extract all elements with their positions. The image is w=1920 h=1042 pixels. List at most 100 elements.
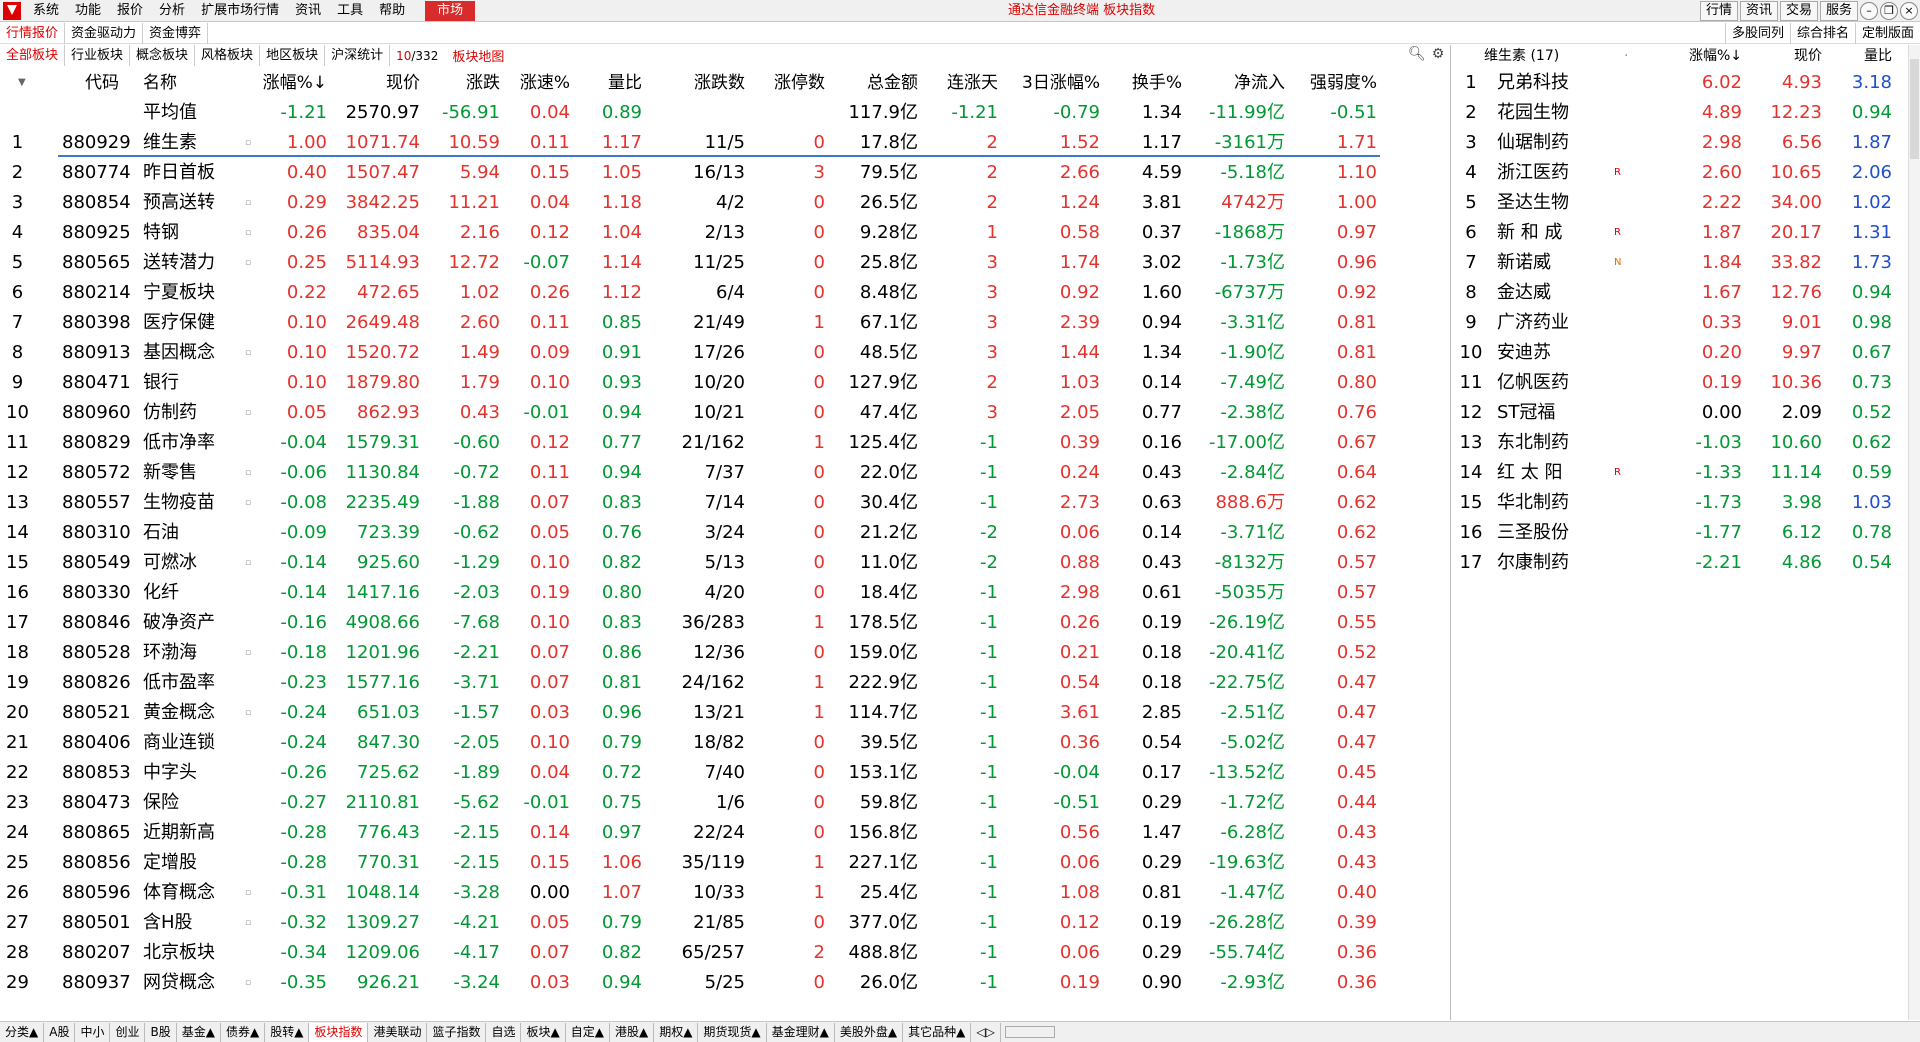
category-tab[interactable]: A股 [44, 1022, 76, 1042]
view-tab[interactable]: 行情报价 [0, 22, 66, 44]
board-tab[interactable]: 概念板块 [130, 45, 196, 66]
table-row[interactable]: 3 880854 预高送转 ▫ 0.29 3842.25 11.21 0.04 1.18 4/2 0… [0, 188, 1450, 218]
category-tab[interactable]: 板块指数 [309, 1022, 369, 1042]
category-tab[interactable]: 期权▲ [654, 1022, 699, 1042]
average-row[interactable]: 平均值 -1.21 2570.97 -56.91 0.04 0.89 117.9亿 -1.21… [0, 98, 1450, 128]
column-header[interactable]: 名称 [143, 68, 243, 98]
constituent-row[interactable]: 4 浙江医药 R 2.60 10.65 2.06 [1452, 158, 1912, 188]
search-icon[interactable]: 🔍︎ [1408, 46, 1426, 62]
category-tab[interactable]: 债券▲ [221, 1022, 266, 1042]
menu-item[interactable]: 报价 [109, 0, 151, 22]
table-row[interactable]: 21 880406 商业连锁 -0.24 847.30 -2.05 0.10 0.79 18/8… [0, 728, 1450, 758]
board-tab[interactable]: 行业板块 [65, 45, 131, 66]
category-tab[interactable]: 美股外盘▲ [835, 1022, 904, 1042]
category-tab[interactable]: 股转▲ [265, 1022, 310, 1042]
top-button[interactable]: 资讯 [1739, 1, 1778, 21]
table-row[interactable]: 25 880856 定增股 -0.28 770.31 -2.15 0.15 1.06 35/11… [0, 848, 1450, 878]
menu-item[interactable]: 工具 [329, 0, 371, 22]
category-tab[interactable]: B股 [145, 1022, 177, 1042]
table-row[interactable]: 24 880865 近期新高 -0.28 776.43 -2.15 0.14 0.97 22/2… [0, 818, 1450, 848]
constituent-row[interactable]: 13 东北制药 -1.03 10.60 0.62 [1452, 428, 1912, 458]
constituent-row[interactable]: 7 新诺威 N 1.84 33.82 1.73 [1452, 248, 1912, 278]
constituent-row[interactable]: 17 尔康制药 -2.21 4.86 0.54 [1452, 548, 1912, 578]
table-row[interactable]: 23 880473 保险 -0.27 2110.81 -5.62 -0.01 0.75 1/6 0… [0, 788, 1450, 818]
menu-item[interactable]: 扩展市场行情 [193, 0, 287, 22]
col-volratio[interactable]: 量比 [1832, 45, 1892, 67]
minimize-icon[interactable]: – [1860, 2, 1878, 20]
board-tab[interactable]: 风格板块 [195, 45, 261, 66]
board-map-link[interactable]: 板块地图 [444, 46, 512, 65]
category-tab[interactable]: 自选 [486, 1022, 522, 1042]
table-row[interactable]: 14 880310 石油 -0.09 723.39 -0.62 0.05 0.76 3/24 0 2… [0, 518, 1450, 548]
top-button[interactable]: 交易 [1779, 1, 1818, 21]
board-tab[interactable]: 全部板块 [0, 45, 66, 66]
constituent-row[interactable]: 2 花园生物 4.89 12.23 0.94 [1452, 98, 1912, 128]
menu-item[interactable]: 帮助 [371, 0, 413, 22]
category-tab[interactable]: 板块▲ [521, 1022, 566, 1042]
board-tab[interactable]: 沪深统计 [325, 45, 391, 66]
category-tab[interactable]: 分类▲ [0, 1022, 45, 1042]
category-tab[interactable]: 创业 [110, 1022, 146, 1042]
table-row[interactable]: 8 880913 基因概念 ▫ 0.10 1520.72 1.49 0.09 0.91 17/26… [0, 338, 1450, 368]
column-header[interactable]: 量比 [580, 68, 642, 98]
table-row[interactable]: 15 880549 可燃冰 ▫ -0.14 925.60 -1.29 0.10 0.82 5/13… [0, 548, 1450, 578]
table-row[interactable]: 9 880471 银行 0.10 1879.80 1.79 0.10 0.93 10/20 0 12… [0, 368, 1450, 398]
table-row[interactable]: 26 880596 体育概念 ▫ -0.31 1048.14 -3.28 0.00 1.07 10… [0, 878, 1450, 908]
constituent-row[interactable]: 16 三圣股份 -1.77 6.12 0.78 [1452, 518, 1912, 548]
gear-icon[interactable]: ⚙ [1432, 46, 1445, 62]
table-row[interactable]: 20 880521 黄金概念 ▫ -0.24 651.03 -1.57 0.03 0.96 13/… [0, 698, 1450, 728]
category-tab[interactable]: 港美联动 [368, 1022, 428, 1042]
category-tab[interactable]: 篮子指数 [427, 1022, 487, 1042]
layout-tab[interactable]: 定制版面 [1854, 23, 1920, 44]
column-header[interactable]: 涨幅%↓ [255, 68, 327, 98]
category-tab[interactable]: 基金▲ [177, 1022, 221, 1042]
column-header[interactable]: 净流入 [1190, 68, 1285, 98]
column-header[interactable]: 涨速% [505, 68, 570, 98]
category-tab[interactable]: 基金理财▲ [767, 1022, 835, 1042]
close-icon[interactable]: × [1900, 2, 1918, 20]
layout-tab[interactable]: 综合排名 [1789, 23, 1855, 44]
top-button[interactable]: 行情 [1699, 1, 1738, 21]
column-header[interactable]: 涨跌 [425, 68, 500, 98]
restore-icon[interactable]: ❐ [1880, 2, 1898, 20]
table-row[interactable]: 11 880829 低市净率 -0.04 1579.31 -0.60 0.12 0.77 21/… [0, 428, 1450, 458]
column-header[interactable]: 总金额 [830, 68, 918, 98]
category-tab[interactable]: 其它品种▲ [903, 1022, 972, 1042]
category-tab[interactable]: 中小 [75, 1022, 111, 1042]
menu-item[interactable]: 系统 [25, 0, 67, 22]
constituent-row[interactable]: 14 红 太 阳 R -1.33 11.14 0.59 [1452, 458, 1912, 488]
constituent-row[interactable]: 12 ST冠福 0.00 2.09 0.52 [1452, 398, 1912, 428]
market-button[interactable]: 市场 [425, 0, 476, 21]
table-row[interactable]: 18 880528 环渤海 ▫ -0.18 1201.96 -2.21 0.07 0.86 12/… [0, 638, 1450, 668]
table-row[interactable]: 2 880774 昨日首板 0.40 1507.47 5.94 0.15 1.05 16/13 3… [0, 158, 1450, 188]
constituent-row[interactable]: 8 金达威 1.67 12.76 0.94 [1452, 278, 1912, 308]
category-tab[interactable]: 港股▲ [610, 1022, 655, 1042]
constituent-row[interactable]: 10 安迪苏 0.20 9.97 0.67 [1452, 338, 1912, 368]
constituent-row[interactable]: 1 兄弟科技 6.02 4.93 3.18 [1452, 68, 1912, 98]
constituent-row[interactable]: 11 亿帆医药 0.19 10.36 0.73 [1452, 368, 1912, 398]
tab-scrollbar[interactable] [1004, 1026, 1055, 1038]
category-tab[interactable]: 自定▲ [566, 1022, 610, 1042]
board-tab[interactable]: 地区板块 [260, 45, 326, 66]
constituent-row[interactable]: 15 华北制药 -1.73 3.98 1.03 [1452, 488, 1912, 518]
top-button[interactable]: 服务 [1819, 1, 1858, 21]
table-row[interactable]: 16 880330 化纤 -0.14 1417.16 -2.03 0.19 0.80 4/20 0… [0, 578, 1450, 608]
constituent-row[interactable]: 3 仙琚制药 2.98 6.56 1.87 [1452, 128, 1912, 158]
table-row[interactable]: 5 880565 送转潜力 ▫ 0.25 5114.93 12.72 -0.07 1.14 11/… [0, 248, 1450, 278]
column-header[interactable]: 换手% [1110, 68, 1182, 98]
table-row[interactable]: 19 880826 低市盈率 -0.23 1577.16 -3.71 0.07 0.81 24/… [0, 668, 1450, 698]
column-header[interactable]: 涨停数 [765, 68, 825, 98]
table-row[interactable]: 6 880214 宁夏板块 0.22 472.65 1.02 0.26 1.12 6/4 0 8.4… [0, 278, 1450, 308]
scrollbar-thumb[interactable] [1910, 59, 1919, 159]
constituent-row[interactable]: 6 新 和 成 R 1.87 20.17 1.31 [1452, 218, 1912, 248]
column-header[interactable]: 连涨天 [935, 68, 998, 98]
table-row[interactable]: 7 880398 医疗保健 0.10 2649.48 2.60 0.11 0.85 21/49 1… [0, 308, 1450, 338]
menu-item[interactable]: 功能 [67, 0, 109, 22]
menu-item[interactable]: 资讯 [287, 0, 329, 22]
col-price[interactable]: 现价 [1752, 45, 1822, 67]
table-row[interactable]: 17 880846 破净资产 -0.16 4908.66 -7.68 0.10 0.83 36/… [0, 608, 1450, 638]
category-tab[interactable]: ◁▷ [971, 1022, 1001, 1042]
view-tab[interactable]: 资金博弈 [143, 22, 209, 44]
column-header[interactable]: 现价 [335, 68, 420, 98]
table-row[interactable]: 27 880501 含H股 ▫ -0.32 1309.27 -4.21 0.05 0.79 21/… [0, 908, 1450, 938]
